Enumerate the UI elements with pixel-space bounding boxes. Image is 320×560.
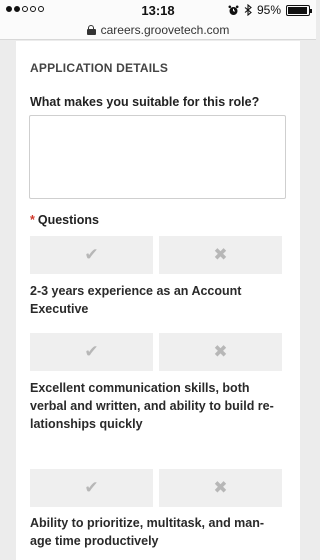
checkmark-icon: ✔ (84, 245, 99, 265)
lock-icon (86, 24, 96, 35)
checkmark-icon: ✔ (84, 478, 99, 498)
question-1-no-button[interactable]: ✖ (159, 236, 282, 274)
questions-header: * Questions (30, 213, 99, 227)
question-2-choices: ✔ ✖ (30, 333, 282, 371)
battery-icon (286, 4, 312, 16)
url-text: careers.groovetech.com (100, 22, 230, 37)
url-bar[interactable]: careers.groovetech.com (0, 20, 316, 40)
battery-tip (310, 8, 312, 13)
required-asterisk: * (30, 213, 35, 227)
question-1-yes-button[interactable]: ✔ (30, 236, 153, 274)
bluetooth-icon (244, 4, 252, 16)
cross-icon: ✖ (213, 478, 228, 498)
status-right-group: 95% (228, 3, 312, 17)
battery-percent: 95% (256, 3, 281, 17)
checkmark-icon: ✔ (84, 342, 99, 362)
question-2-no-button[interactable]: ✖ (159, 333, 282, 371)
status-bar: 13:18 95% (0, 0, 316, 20)
cross-icon: ✖ (213, 342, 228, 362)
question-2-yes-button[interactable]: ✔ (30, 333, 153, 371)
question-2-text: Excellent communication skills, both ver… (30, 381, 274, 431)
suitable-label: What makes you suitable for this role? (30, 95, 260, 109)
suitable-textarea[interactable] (29, 115, 286, 199)
section-title: APPLICATION DETAILS (30, 61, 169, 75)
cross-icon: ✖ (213, 245, 228, 265)
question-1-text: 2-3 years experience as an Account Execu… (30, 284, 242, 316)
battery-fill (288, 6, 307, 14)
application-form-card: APPLICATION DETAILS What makes you suita… (16, 41, 300, 560)
question-1-choices: ✔ ✖ (30, 236, 282, 274)
question-3-yes-button[interactable]: ✔ (30, 469, 153, 507)
questions-label: Questions (37, 213, 99, 227)
question-3-choices: ✔ ✖ (30, 469, 282, 507)
alarm-clock-icon (228, 5, 239, 15)
question-3-no-button[interactable]: ✖ (159, 469, 282, 507)
question-3-text: Ability to prioritize, multitask, and ma… (30, 516, 265, 548)
